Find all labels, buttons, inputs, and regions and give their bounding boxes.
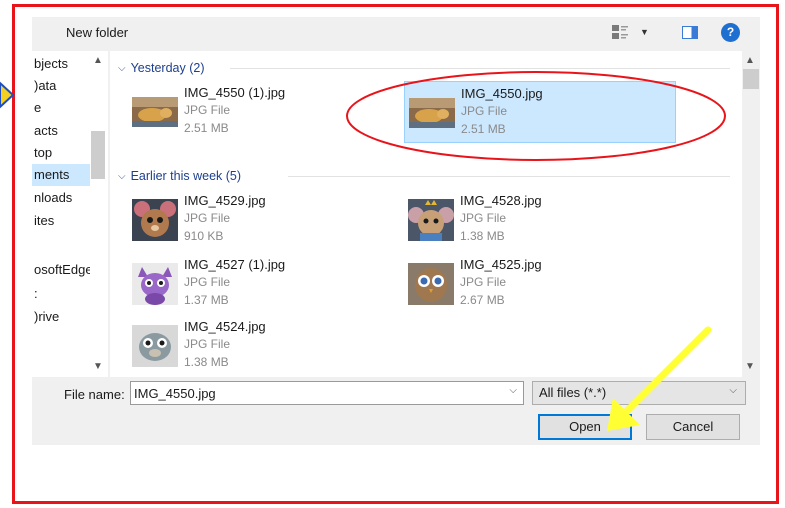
file-name-combobox[interactable]: ⌵ bbox=[130, 381, 524, 405]
file-size: 2.67 MB bbox=[460, 293, 505, 307]
owl-toy-thumbnail bbox=[408, 263, 454, 305]
file-list: ⌵ Yesterday (2) IMG_4550 (1).jpg JPG Fil… bbox=[110, 51, 760, 377]
file-tile[interactable]: IMG_4525.jpg JPG File 2.67 MB bbox=[404, 253, 676, 315]
file-size: 910 KB bbox=[184, 229, 224, 243]
file-tile[interactable]: IMG_4529.jpg JPG File 910 KB bbox=[128, 189, 400, 251]
mouse-toy-thumbnail bbox=[132, 199, 178, 241]
nav-item-e[interactable]: e bbox=[32, 97, 90, 119]
file-type: JPG File bbox=[460, 275, 507, 289]
file-size: 2.51 MB bbox=[184, 121, 229, 135]
open-button[interactable]: Open bbox=[538, 414, 632, 440]
file-name-label: File name: bbox=[64, 387, 125, 402]
nav-item-desktop[interactable]: top bbox=[32, 142, 90, 164]
file-tile[interactable]: IMG_4550 (1).jpg JPG File 2.51 MB bbox=[128, 81, 400, 143]
group-divider bbox=[288, 176, 730, 177]
dog-photo-thumbnail bbox=[409, 98, 455, 128]
file-name: IMG_4524.jpg bbox=[184, 319, 266, 334]
group-divider bbox=[230, 68, 730, 69]
file-size: 1.38 MB bbox=[184, 355, 229, 369]
nav-item-microsoftedge[interactable]: osoftEdgel bbox=[32, 259, 90, 281]
scroll-up-icon[interactable]: ▲ bbox=[93, 55, 103, 66]
preview-pane-icon[interactable] bbox=[682, 26, 698, 39]
scroll-up-icon[interactable]: ▲ bbox=[745, 55, 755, 66]
file-name-input[interactable] bbox=[134, 384, 494, 402]
group-header-earlier-this-week[interactable]: ⌵ Earlier this week (5) bbox=[118, 167, 241, 185]
file-tile-selected[interactable]: IMG_4550.jpg JPG File 2.51 MB bbox=[404, 81, 676, 143]
view-options-icon[interactable] bbox=[612, 25, 628, 39]
chevron-down-icon[interactable]: ⌵ bbox=[118, 63, 126, 74]
nav-scrollbar[interactable] bbox=[90, 51, 108, 377]
file-open-dialog: New folder ▼ ? bjects )ata e acts top me… bbox=[32, 17, 760, 445]
nav-item-blank[interactable] bbox=[32, 235, 90, 257]
chevron-down-icon[interactable]: ⌵ bbox=[729, 385, 737, 396]
dog-photo-thumbnail bbox=[132, 97, 178, 127]
nav-item-documents[interactable]: ments bbox=[32, 164, 90, 186]
nav-item-favorites[interactable]: ites bbox=[32, 210, 90, 232]
file-type: JPG File bbox=[184, 103, 231, 117]
file-name: IMG_4528.jpg bbox=[460, 193, 542, 208]
chevron-down-icon[interactable]: ▼ bbox=[640, 27, 649, 37]
file-name: IMG_4550 (1).jpg bbox=[184, 85, 286, 100]
chevron-down-icon[interactable]: ⌵ bbox=[118, 171, 126, 182]
nav-item-3d-objects[interactable]: bjects bbox=[32, 53, 90, 75]
file-tile[interactable]: IMG_4527 (1).jpg JPG File 1.37 MB bbox=[128, 253, 400, 315]
group-label: Earlier this week (5) bbox=[130, 169, 242, 183]
toolbar: New folder ▼ ? bbox=[32, 17, 760, 49]
file-type: JPG File bbox=[184, 211, 231, 225]
file-size: 1.38 MB bbox=[460, 229, 505, 243]
file-type: JPG File bbox=[184, 337, 231, 351]
nav-item-appdata[interactable]: )ata bbox=[32, 75, 90, 97]
file-name: IMG_4529.jpg bbox=[184, 193, 266, 208]
scroll-down-icon[interactable]: ▼ bbox=[93, 361, 103, 372]
new-folder-button[interactable]: New folder bbox=[66, 25, 128, 40]
nav-scroll-thumb[interactable] bbox=[91, 131, 105, 179]
chevron-down-icon[interactable]: ⌵ bbox=[509, 385, 517, 396]
file-name: IMG_4550.jpg bbox=[461, 86, 543, 101]
scroll-down-icon[interactable]: ▼ bbox=[745, 361, 755, 372]
file-size: 2.51 MB bbox=[461, 122, 506, 136]
help-icon[interactable]: ? bbox=[721, 23, 740, 42]
file-tile[interactable]: IMG_4528.jpg JPG File 1.38 MB bbox=[404, 189, 676, 251]
file-type: JPG File bbox=[184, 275, 231, 289]
file-name: IMG_4527 (1).jpg bbox=[184, 257, 286, 272]
nav-item-contacts[interactable]: acts bbox=[32, 120, 90, 142]
file-size: 1.37 MB bbox=[184, 293, 229, 307]
nav-item-drive-c[interactable]: : bbox=[32, 283, 90, 305]
navigation-pane: bjects )ata e acts top ments nloads ites… bbox=[32, 51, 108, 377]
file-type: JPG File bbox=[461, 104, 508, 118]
nav-item-onedrive[interactable]: )rive bbox=[32, 306, 90, 328]
mouse-toy-crown-thumbnail bbox=[408, 199, 454, 241]
group-label: Yesterday (2) bbox=[130, 61, 205, 75]
file-type-filter-select[interactable]: All files (*.*) ⌵ bbox=[532, 381, 746, 405]
group-header-yesterday[interactable]: ⌵ Yesterday (2) bbox=[118, 59, 204, 77]
nav-item-downloads[interactable]: nloads bbox=[32, 187, 90, 209]
file-type: JPG File bbox=[460, 211, 507, 225]
file-tile[interactable]: IMG_4524.jpg JPG File 1.38 MB bbox=[128, 315, 400, 377]
file-list-scroll-thumb[interactable] bbox=[743, 69, 759, 89]
otter-toy-thumbnail bbox=[132, 325, 178, 367]
file-name: IMG_4525.jpg bbox=[460, 257, 542, 272]
file-type-filter-value: All files (*.*) bbox=[539, 385, 607, 400]
cancel-button[interactable]: Cancel bbox=[646, 414, 740, 440]
file-list-scrollbar[interactable] bbox=[742, 51, 760, 377]
purple-toy-thumbnail bbox=[132, 263, 178, 305]
